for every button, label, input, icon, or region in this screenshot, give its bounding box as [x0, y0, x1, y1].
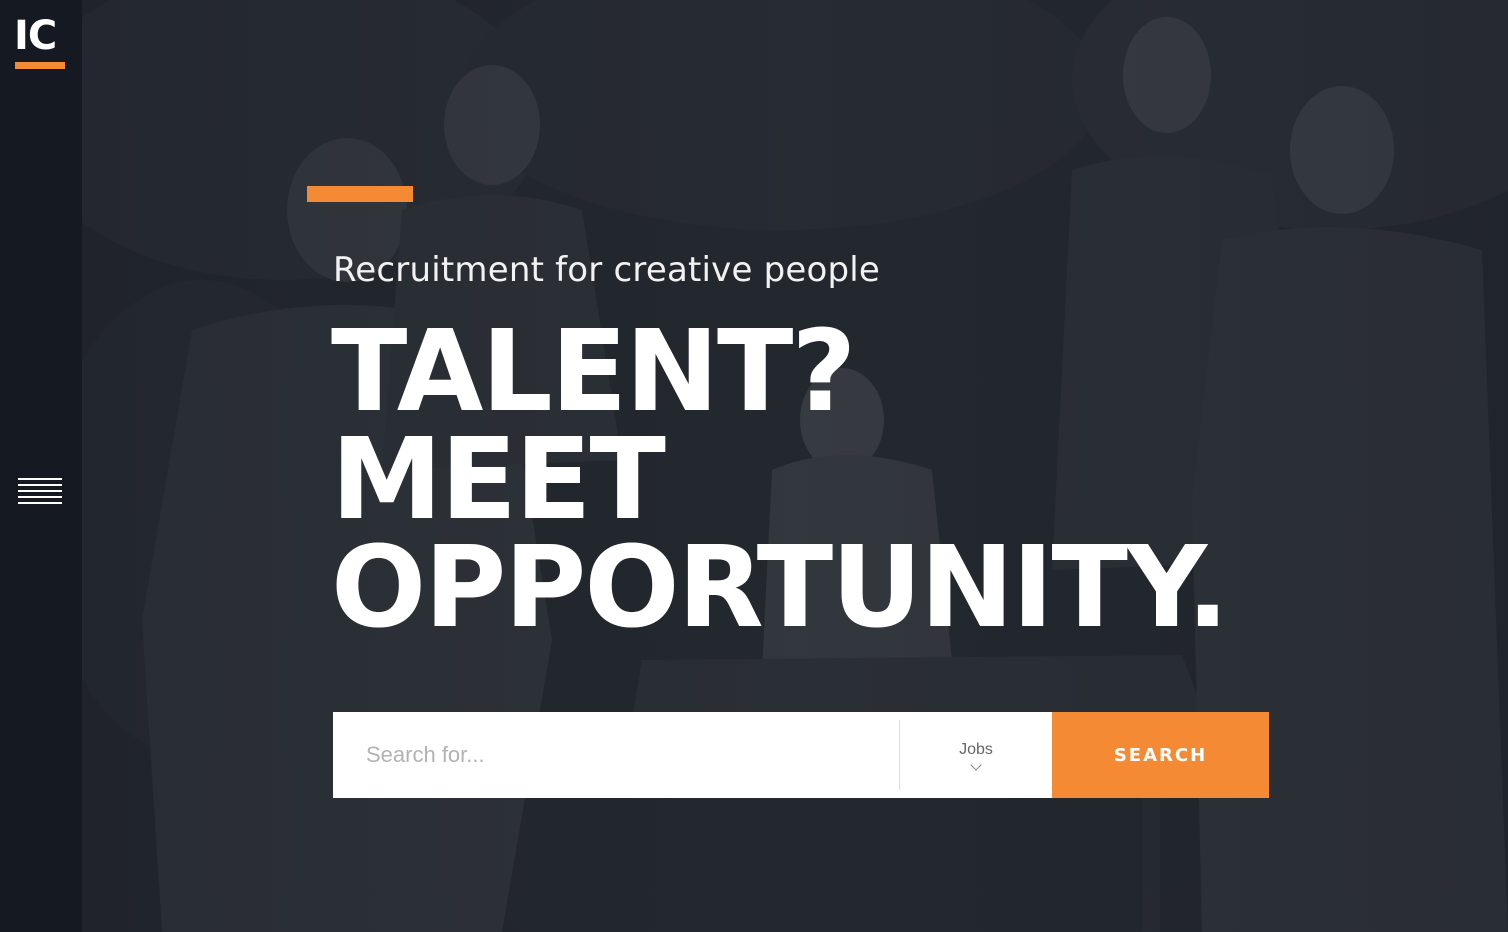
- menu-line: [18, 478, 62, 480]
- headline-line-1: TALENT?: [331, 307, 856, 437]
- hero-tagline: Recruitment for creative people: [333, 250, 881, 290]
- search-bar: Jobs SEARCH: [333, 712, 1269, 798]
- logo-underline: [15, 62, 65, 69]
- menu-line: [18, 490, 62, 492]
- chevron-down-icon: [970, 759, 982, 771]
- menu-line: [18, 484, 62, 486]
- category-select[interactable]: Jobs: [900, 712, 1052, 798]
- search-button[interactable]: SEARCH: [1052, 712, 1269, 798]
- hamburger-menu-icon[interactable]: [18, 478, 62, 510]
- headline-line-3: OPPORTUNITY.: [331, 523, 1229, 653]
- category-selected-label: Jobs: [959, 741, 993, 758]
- hero-headline: TALENT? MEET OPPORTUNITY.: [331, 307, 1331, 653]
- menu-line: [18, 496, 62, 498]
- page: IC Recruitment for creative people TALEN…: [0, 0, 1508, 932]
- sidebar: IC: [0, 0, 82, 932]
- search-input[interactable]: [333, 712, 899, 798]
- hero-accent-bar: [307, 186, 413, 202]
- logo[interactable]: IC: [14, 14, 66, 72]
- menu-line: [18, 502, 62, 504]
- headline-line-2: MEET: [331, 415, 666, 545]
- logo-text: IC: [14, 13, 57, 59]
